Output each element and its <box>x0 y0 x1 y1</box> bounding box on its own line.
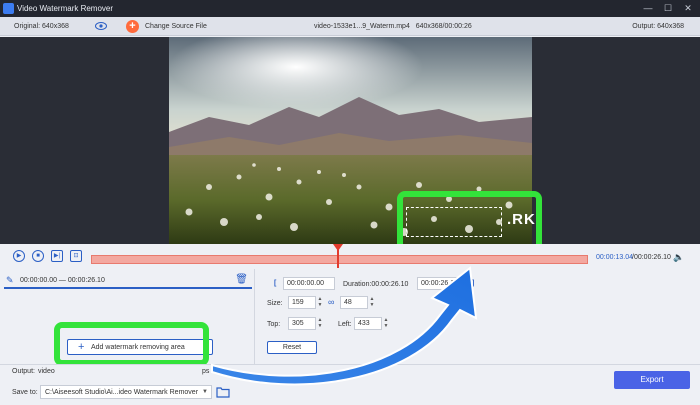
height-stepper[interactable]: ▲ ▼ <box>368 296 376 309</box>
app-icon <box>3 3 14 14</box>
save-to-label: Save to: <box>12 389 38 396</box>
brush-icon: ✎ <box>6 275 14 285</box>
export-button[interactable]: Export <box>614 371 690 389</box>
width-stepper[interactable]: ▲ ▼ <box>316 296 324 309</box>
minimize-button[interactable]: — <box>641 2 655 15</box>
set-start-button[interactable]: [ <box>274 280 276 287</box>
top-stepper[interactable]: ▲ ▼ <box>316 317 324 330</box>
change-source-label[interactable]: Change Source File <box>145 23 207 30</box>
save-path-field[interactable]: C:\Aiseesoft Studio\Ai...ideo Watermark … <box>40 385 212 399</box>
title-bar: Video Watermark Remover — ☐ ✕ <box>0 0 700 17</box>
duration-label: Duration:00:00:26.10 <box>343 281 409 288</box>
change-source-button[interactable]: + <box>126 20 139 33</box>
volume-icon[interactable]: 🔈 <box>673 252 684 263</box>
chevron-down-icon[interactable]: ▼ <box>202 389 208 395</box>
maximize-button[interactable]: ☐ <box>661 2 675 15</box>
total-time: /00:00:26.10 <box>632 254 671 261</box>
next-frame-icon[interactable]: ⊡ <box>70 250 82 262</box>
folder-icon[interactable] <box>216 386 230 398</box>
app-window: Video Watermark Remover — ☐ ✕ Original: … <box>0 0 700 405</box>
end-time-field[interactable]: 00:00:26.10 <box>417 277 469 290</box>
add-area-highlight <box>54 322 209 366</box>
segment-range: 00:00:00.00 — 00:00:26.10 <box>20 277 105 284</box>
info-bar: Original: 640x368 + Change Source File v… <box>0 17 700 36</box>
file-name: video-1533e1...9_Waterm.mp4 640x368/00:0… <box>314 23 472 30</box>
left-field[interactable]: 433 <box>354 317 382 330</box>
prev-frame-icon[interactable]: ▶| <box>51 250 63 262</box>
trash-icon[interactable]: 🗑 <box>235 274 248 285</box>
timeline[interactable] <box>91 255 588 264</box>
output-resolution: Output: 640x368 <box>632 23 684 30</box>
output-value[interactable]: video <box>38 368 55 375</box>
play-icon[interactable]: ▶ <box>13 250 25 262</box>
top-field[interactable]: 305 <box>288 317 316 330</box>
original-resolution: Original: 640x368 <box>14 23 69 30</box>
link-icon[interactable]: ∞ <box>328 297 334 307</box>
width-field[interactable]: 159 <box>288 296 316 309</box>
segment-row[interactable]: ✎ 00:00:00.00 — 00:00:26.10 🗑 <box>4 273 252 289</box>
playback-controls: ▶ ■ ▶| ⊡ 00:00:13.04 /00:00:26.10 🔈 <box>0 244 700 269</box>
window-title: Video Watermark Remover <box>17 4 114 13</box>
output-label: Output: <box>12 368 35 375</box>
reset-button[interactable]: Reset <box>267 341 317 354</box>
eye-icon[interactable] <box>95 21 107 31</box>
start-time-field[interactable]: 00:00:00.00 <box>283 277 335 290</box>
current-time: 00:00:13.04 <box>596 254 633 261</box>
top-label: Top: <box>267 321 281 328</box>
left-stepper[interactable]: ▲ ▼ <box>382 317 390 330</box>
close-button[interactable]: ✕ <box>681 2 695 15</box>
height-field[interactable]: 48 <box>340 296 368 309</box>
video-preview <box>0 37 700 244</box>
output-settings-fragment[interactable]: ps <box>202 368 209 375</box>
stop-icon[interactable]: ■ <box>32 250 44 262</box>
size-label: Size: <box>267 300 283 307</box>
left-label: Left: <box>338 321 352 328</box>
set-end-button[interactable]: ] <box>472 280 474 287</box>
playhead-handle[interactable] <box>333 244 343 251</box>
